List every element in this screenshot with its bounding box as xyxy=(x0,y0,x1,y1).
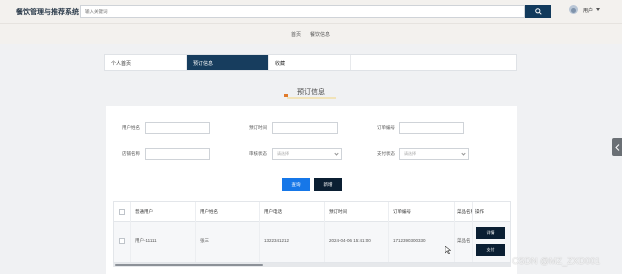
cell-dish: 菜品名 xyxy=(455,221,473,262)
mouse-cursor-icon xyxy=(445,246,451,254)
search-icon xyxy=(534,8,542,15)
booking-table: 普通用户 用户姓名 用户电话 预订时间 订单编号 菜品名称 操作 用户-1111… xyxy=(113,201,511,263)
order-no-label: 订单编号 xyxy=(377,125,395,130)
booking-time-input[interactable] xyxy=(272,122,338,134)
chevron-down-icon xyxy=(461,151,466,156)
review-status-label: 审核状态 xyxy=(249,151,267,156)
cell-name: 张三 xyxy=(196,221,260,262)
table-scrollbar[interactable] xyxy=(113,263,511,267)
nav-home[interactable]: 首页 xyxy=(291,31,301,38)
detail-button[interactable]: 详情 xyxy=(476,227,505,239)
page-title: 预订信息 xyxy=(297,89,325,96)
pay-status-placeholder: 请选择 xyxy=(404,151,416,156)
column-header[interactable]: 菜品名称 xyxy=(455,202,473,221)
pay-button[interactable]: 支付 xyxy=(476,244,505,256)
chevron-left-icon xyxy=(614,143,619,151)
tab-spacer xyxy=(351,55,516,70)
username-label: 用户姓名 xyxy=(122,125,140,130)
pay-status-label: 支付状态 xyxy=(377,151,395,156)
username-input[interactable] xyxy=(145,122,210,134)
review-status-select[interactable]: 请选择 xyxy=(272,148,342,160)
side-panel-toggle[interactable] xyxy=(612,138,622,156)
tab-favorites[interactable]: 收藏 xyxy=(269,55,351,70)
column-header[interactable]: 普通用户 xyxy=(131,202,196,221)
cell-time: 2024-04-06 15:41:00 xyxy=(325,221,389,262)
watermark: CSDN @MZ_ZXD001 xyxy=(512,256,601,266)
app-title: 餐饮管理与推荐系统 xyxy=(16,9,79,16)
search-button[interactable] xyxy=(525,5,551,18)
chevron-down-icon xyxy=(334,151,339,156)
query-button[interactable]: 查询 xyxy=(282,178,310,191)
column-header[interactable]: 用户姓名 xyxy=(196,202,260,221)
column-header[interactable]: 用户电话 xyxy=(260,202,325,221)
add-button[interactable]: 新增 xyxy=(314,178,342,191)
profile-tabs: 个人首页 预订信息 收藏 xyxy=(104,54,517,71)
main-nav: 首页 餐饮信息 xyxy=(0,24,622,44)
select-all-checkbox[interactable] xyxy=(119,209,125,215)
restaurant-label: 店铺名称 xyxy=(122,151,140,156)
avatar[interactable] xyxy=(569,5,578,14)
title-underline xyxy=(287,97,336,99)
row-checkbox[interactable] xyxy=(119,238,125,244)
cell-order-no: 1712390300330 xyxy=(389,221,455,262)
booking-time-label: 预订时间 xyxy=(249,125,267,130)
search-input[interactable] xyxy=(80,5,525,18)
review-status-placeholder: 请选择 xyxy=(277,151,289,156)
user-name[interactable]: 用户 xyxy=(583,7,593,14)
header-checkbox-cell xyxy=(114,202,131,221)
tab-booking-info[interactable]: 预订信息 xyxy=(187,55,269,70)
cell-phone: 1322341212 xyxy=(260,221,325,262)
row-checkbox-cell xyxy=(114,221,131,262)
column-header: 操作 xyxy=(473,202,510,221)
column-header[interactable]: 预订时间 xyxy=(325,202,389,221)
nav-food-info[interactable]: 餐饮信息 xyxy=(310,31,330,38)
scrollbar-thumb[interactable] xyxy=(115,264,263,266)
order-no-input[interactable] xyxy=(399,122,464,134)
cell-user: 用户-11111 xyxy=(131,221,196,262)
column-header[interactable]: 订单编号 xyxy=(389,202,455,221)
tab-personal-home[interactable]: 个人首页 xyxy=(105,55,187,70)
restaurant-input[interactable] xyxy=(145,148,210,160)
chevron-down-icon[interactable] xyxy=(596,8,600,11)
top-bar: 餐饮管理与推荐系统 用户 xyxy=(0,0,622,24)
pay-status-select[interactable]: 请选择 xyxy=(399,148,469,160)
